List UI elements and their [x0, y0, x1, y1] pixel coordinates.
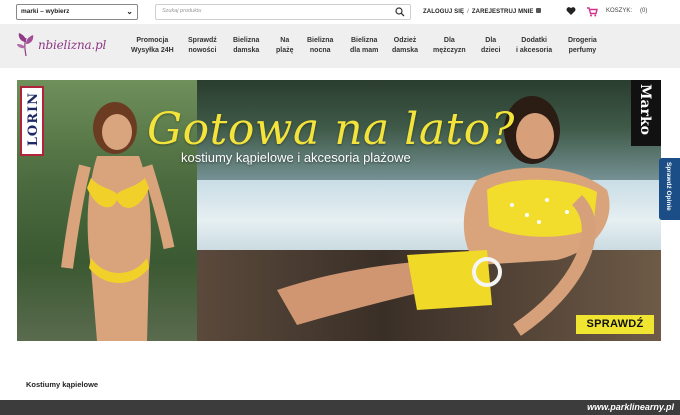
reviews-tab-label: Sprawdź Opinie [665, 162, 672, 211]
lorin-brand-logo: LORIN [20, 86, 44, 156]
nav-item-promocja[interactable]: Promocja Wysyłka 24H [131, 36, 174, 56]
nav-item-line: Dla [443, 37, 455, 44]
nav-item-dla-mezczyzn[interactable]: Dla mężczyzn [433, 36, 466, 56]
main-nav: nbielizna.pl Promocja Wysyłka 24H Sprawdź… [0, 24, 680, 68]
nav-item-dodatki[interactable]: Dodatki i akcesoria [516, 36, 552, 56]
nav-item-line: Odzież [393, 37, 417, 44]
search-icon[interactable] [395, 7, 405, 17]
brand-select[interactable]: marki – wybierz ⌄ [16, 4, 138, 20]
account-links: ZALOGUJ SIĘ / ZAREJESTRUJ MNIE [423, 8, 541, 15]
search-box[interactable]: Szukaj produktu [155, 4, 411, 20]
marko-brand-logo: Marko [631, 80, 661, 146]
nav-item-bielizna-dla-mam[interactable]: Bielizna dla mam [350, 36, 378, 56]
watermark-text: www.parklinearny.pl [587, 402, 674, 412]
lock-icon [535, 8, 541, 13]
nav-item-line: Bielizna [233, 37, 260, 44]
login-link[interactable]: ZALOGUJ SIĘ [423, 9, 464, 15]
hero-subtitle: kostiumy kąpielowe i akcesoria plażowe [181, 150, 411, 165]
heart-icon[interactable] [566, 6, 576, 16]
nav-item-line: Bielizna [350, 37, 378, 44]
hero-banner[interactable]: LORIN Marko Gotowa na lato? kostiumy kąp… [17, 80, 661, 341]
nav-item-line: plażę [276, 47, 294, 54]
top-bar: marki – wybierz ⌄ Szukaj produktu ZALOGU… [0, 0, 680, 24]
nav-item-line: Sprawdź [188, 37, 217, 44]
nav-item-line: nocna [309, 47, 331, 54]
nav-item-nowosci[interactable]: Sprawdź nowości [188, 36, 217, 56]
nav-item-line: damska [392, 47, 419, 54]
site-logo[interactable]: nbielizna.pl [16, 32, 106, 58]
nav-item-line: Wysyłka 24H [131, 47, 174, 54]
search-input[interactable]: Szukaj produktu [162, 8, 201, 14]
nav-item-line: Drogeria [568, 37, 597, 44]
marko-text: Marko [637, 84, 653, 135]
nav-item-line: Bielizna [307, 37, 334, 44]
register-link[interactable]: ZAREJESTRUJ MNIE [472, 9, 534, 15]
nav-item-dla-dzieci[interactable]: Dla dzieci [481, 36, 500, 56]
cart-icon[interactable] [586, 6, 598, 17]
nav-item-line: nowości [188, 47, 217, 54]
nav-item-odziez-damska[interactable]: Odzież damska [392, 36, 418, 56]
nav-item-line: dzieci [481, 47, 501, 54]
nav-item-line: dla mam [350, 47, 379, 54]
nav-item-line: Dodatki [521, 37, 547, 44]
logo-text: nbielizna.pl [38, 38, 107, 52]
hero-title: Gotowa na lato? [147, 104, 515, 155]
separator: / [467, 9, 469, 15]
nav-item-na-plaze[interactable]: Na plażę [276, 36, 294, 56]
nav-item-bielizna-damska[interactable]: Bielizna damska [233, 36, 259, 56]
lorin-text: LORIN [26, 92, 41, 147]
nav-item-line: Promocja [136, 37, 169, 44]
nav-item-line: perfumy [568, 47, 597, 54]
cart-label[interactable]: KOSZYK: [606, 8, 632, 14]
flower-logo-icon [17, 33, 34, 57]
nav-item-line: mężczyzn [433, 47, 466, 54]
nav-item-bielizna-nocna[interactable]: Bielizna nocna [307, 36, 333, 56]
chevron-down-icon: ⌄ [126, 7, 133, 16]
nav-item-line: i akcesoria [516, 47, 553, 54]
nav-item-line: Dla [485, 37, 497, 44]
reviews-tab[interactable]: Sprawdź Opinie [659, 158, 680, 220]
section-title: Kostiumy kąpielowe [26, 380, 99, 389]
check-button[interactable]: SPRAWDŹ [576, 315, 654, 334]
nav-item-line: damska [233, 47, 260, 54]
nav-item-line: Na [280, 37, 290, 44]
cart-count: (0) [640, 8, 648, 14]
brand-select-value: marki – wybierz [21, 8, 70, 15]
bottom-bar: www.parklinearny.pl [0, 400, 680, 415]
nav-item-drogeria[interactable]: Drogeria perfumy [568, 36, 597, 56]
